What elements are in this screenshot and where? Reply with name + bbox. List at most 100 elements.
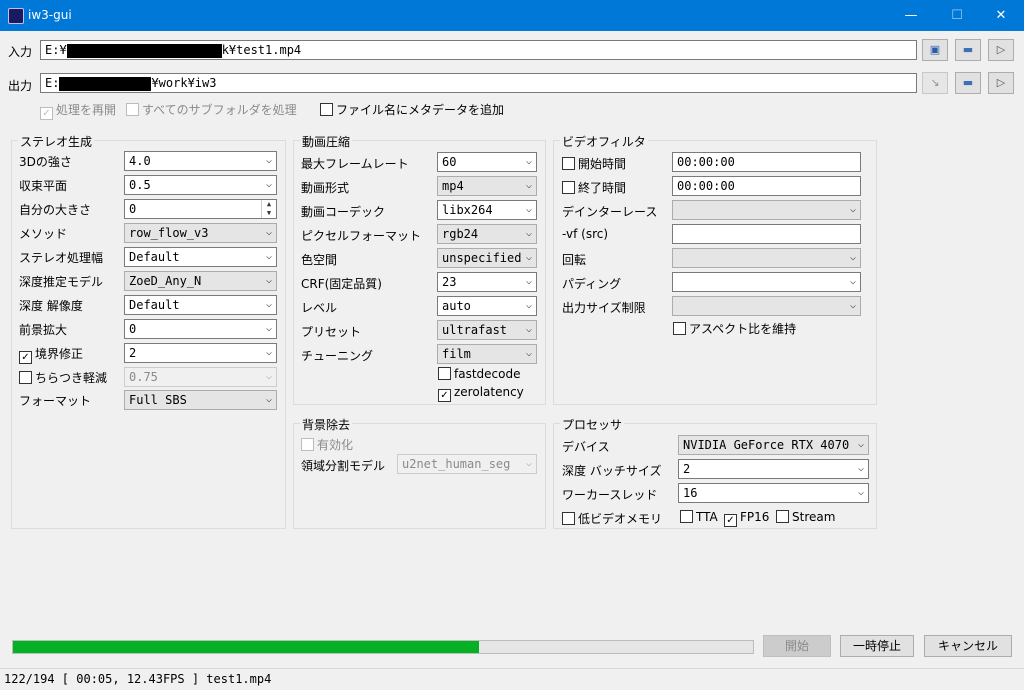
rotate-select[interactable]: ⌵	[672, 248, 861, 268]
worker-threads-select[interactable]: 16 ⌵	[678, 483, 869, 503]
fastdecode-checkbox[interactable]: fastdecode	[438, 367, 520, 381]
stereo-group-title: ステレオ生成	[18, 133, 95, 150]
low-vram-checkbox[interactable]: 低ビデオメモリ	[562, 510, 662, 527]
ipd-offset-spinner[interactable]: 0 ▲ ▼	[124, 199, 277, 219]
flicker-reduction-select[interactable]: 0.75 ⌵	[124, 367, 277, 387]
vf-field[interactable]	[672, 224, 861, 244]
tune-select[interactable]: film ⌵	[437, 344, 537, 364]
metadata-checkbox[interactable]: ファイル名にメタデータを追加	[320, 101, 504, 118]
stereo-width-select[interactable]: Default ⌵	[124, 247, 277, 267]
colorspace-select[interactable]: unspecified ⌵	[437, 248, 537, 268]
maximize-button[interactable]: ☐	[934, 0, 980, 31]
max-fps-select[interactable]: 60 ⌵	[437, 152, 537, 172]
video-label: CRF(固定品質)	[301, 277, 382, 291]
folder-open-icon[interactable]: ▬	[955, 39, 981, 61]
stereo-label: フォーマット	[19, 394, 92, 408]
output-path-field[interactable]: E: ¥work¥iw3	[40, 73, 917, 93]
redaction-bar	[66, 43, 222, 58]
stereo-strength-select[interactable]: 4.0 ⌵	[124, 151, 277, 171]
deinterlace-select[interactable]: ⌵	[672, 200, 861, 220]
stereo-label: メソッド	[19, 227, 68, 241]
bg-model-select[interactable]: u2net_human_seg ⌵	[397, 454, 537, 474]
minimize-button[interactable]: —	[888, 0, 934, 31]
title-bar: iw3-gui — ☐ ✕	[0, 0, 1024, 31]
flicker-reduction-checkbox[interactable]: ちらつき軽減	[19, 369, 107, 386]
video-label: ピクセルフォーマット	[301, 229, 422, 243]
video-label: 最大フレームレート	[301, 157, 409, 171]
save-icon[interactable]: ▣	[922, 39, 948, 61]
crf-select[interactable]: 23 ⌵	[437, 272, 537, 292]
depth-model-select[interactable]: ZoeD_Any_N ⌵	[124, 271, 277, 291]
video-label: 色空間	[301, 253, 338, 267]
convergence-select[interactable]: 0.5 ⌵	[124, 175, 277, 195]
output-size-label: 出力サイズ制限	[562, 301, 646, 315]
end-time-field[interactable]: 00:00:00	[672, 176, 861, 196]
input-label: 入力	[8, 45, 33, 59]
padding-select[interactable]: ⌵	[672, 272, 861, 292]
cancel-button[interactable]: キャンセル	[924, 635, 1012, 657]
metadata-label: ファイル名にメタデータを追加	[336, 103, 505, 117]
input-path-prefix: E:¥	[45, 43, 67, 57]
depth-resolution-select[interactable]: Default ⌵	[124, 295, 277, 315]
output-path-suffix: ¥work¥iw3	[151, 76, 217, 90]
video-filter-group-title: ビデオフィルタ	[560, 133, 648, 150]
input-path-field[interactable]: E:¥ k¥test1.mp4	[40, 40, 917, 60]
pause-button[interactable]: 一時停止	[840, 635, 914, 657]
device-select[interactable]: NVIDIA GeForce RTX 4070 ⌵	[678, 435, 869, 455]
progress-fill	[13, 641, 480, 653]
subfolders-checkbox[interactable]: すべてのサブフォルダを処理	[126, 101, 297, 118]
keep-aspect-checkbox[interactable]: アスペクト比を維持	[673, 320, 796, 337]
start-time-checkbox[interactable]: 開始時間	[562, 155, 626, 172]
video-codec-select[interactable]: libx264 ⌵	[437, 200, 537, 220]
bg-enable-checkbox[interactable]: 有効化	[301, 436, 353, 453]
batch-size-select[interactable]: 2 ⌵	[678, 459, 869, 479]
preset-select[interactable]: ultrafast ⌵	[437, 320, 537, 340]
resume-checkbox[interactable]: ✓ 処理を再開	[40, 101, 116, 120]
video-label: レベル	[301, 301, 338, 315]
foreground-scale-select[interactable]: 0 ⌵	[124, 319, 277, 339]
play-icon[interactable]: ▷	[988, 72, 1014, 94]
start-button[interactable]: 開始	[763, 635, 831, 657]
video-format-select[interactable]: mp4 ⌵	[437, 176, 537, 196]
open-output-icon[interactable]: ↘	[922, 72, 948, 94]
video-label: チューニング	[301, 349, 374, 363]
end-time-checkbox[interactable]: 終了時間	[562, 179, 626, 196]
fp16-checkbox[interactable]: ✓ FP16	[724, 510, 769, 527]
video-group-title: 動画圧縮	[300, 133, 353, 150]
stereo-label: 深度 解像度	[19, 299, 83, 313]
zerolatency-checkbox[interactable]: ✓ zerolatency	[438, 385, 524, 402]
deinterlace-label: デインターレース	[562, 205, 658, 219]
input-path-suffix: k¥test1.mp4	[221, 43, 302, 57]
stereo-label: 3Dの強さ	[19, 155, 72, 169]
stereo-label: 前景拡大	[19, 323, 68, 337]
bg-model-label: 領域分割モデル	[301, 459, 386, 473]
video-label: 動画形式	[301, 181, 350, 195]
output-size-select[interactable]: ⌵	[672, 296, 861, 316]
status-bar: 122/194 [ 00:05, 12.43FPS ] test1.mp4	[0, 668, 1024, 690]
vf-label: -vf (src)	[562, 227, 609, 241]
play-icon[interactable]: ▷	[988, 39, 1014, 61]
stereo-label: 収束平面	[19, 179, 68, 193]
processor-group-title: プロセッサ	[560, 416, 625, 433]
format-select[interactable]: Full SBS ⌵	[124, 390, 277, 410]
start-time-field[interactable]: 00:00:00	[672, 152, 861, 172]
window-title: iw3-gui	[28, 8, 72, 22]
edge-dilation-checkbox[interactable]: ✓ 境界修正	[19, 345, 83, 364]
progress-bar	[12, 640, 754, 654]
resume-label: 処理を再開	[56, 103, 117, 117]
edge-dilation-select[interactable]: 2 ⌵	[124, 343, 277, 363]
worker-threads-label: ワーカースレッド	[562, 488, 658, 502]
method-select[interactable]: row_flow_v3 ⌵	[124, 223, 277, 243]
tta-checkbox[interactable]: TTA	[680, 510, 718, 524]
stereo-label: 深度推定モデル	[19, 275, 104, 289]
bg-removal-group-title: 背景除去	[300, 416, 353, 433]
app-icon	[8, 8, 24, 24]
level-select[interactable]: auto ⌵	[437, 296, 537, 316]
stereo-label: 自分の大きさ	[19, 203, 92, 217]
close-button[interactable]: ✕	[978, 0, 1024, 31]
pixel-format-select[interactable]: rgb24 ⌵	[437, 224, 537, 244]
video-label: 動画コーデック	[301, 205, 386, 219]
stream-checkbox[interactable]: Stream	[776, 510, 835, 524]
device-label: デバイス	[562, 440, 610, 454]
folder-open-icon[interactable]: ▬	[955, 72, 981, 94]
